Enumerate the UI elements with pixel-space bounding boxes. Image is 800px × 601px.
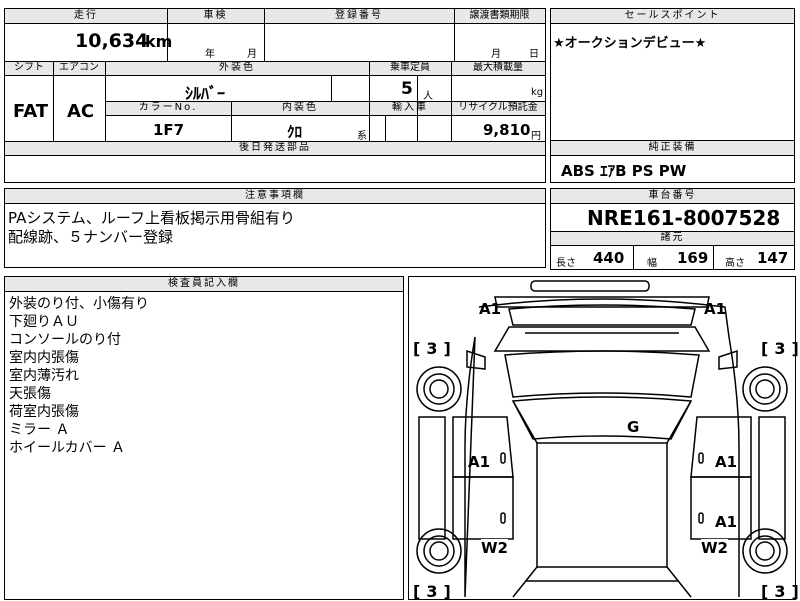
- inspection-month-unit: 月: [247, 49, 257, 60]
- later-parts-header: 後日発送部品: [239, 142, 311, 153]
- inspector-line-1: 外装のり付、小傷有り: [9, 296, 149, 312]
- standard-equipment-header: 純正装備: [648, 142, 697, 153]
- interior-color-suffix: 系: [357, 131, 367, 142]
- chassis-header: 車台番号: [648, 190, 697, 201]
- inspector-line-3: コンソールのり付: [9, 332, 121, 348]
- capacity-header: 乗車定員: [390, 62, 430, 73]
- inspector-line-9: ホイールカバー Ａ: [9, 440, 126, 456]
- mark-door-right: A1: [715, 453, 738, 471]
- recycle-fee-unit: 円: [531, 131, 541, 142]
- tire-mark-fl-value: 3: [426, 339, 438, 358]
- width-value: 169: [677, 249, 709, 267]
- width-label: 幅: [647, 258, 657, 269]
- exterior-color-header: 外装色: [219, 62, 255, 73]
- notes-box: 注意事項欄 PAシステム、ルーフ上看板掲示用骨組有り 配線跡、５ナンバー登録: [4, 188, 546, 268]
- tire-mark-rl: [3]: [413, 582, 451, 601]
- car-damage-diagram: A1 A1 [3] [3] G A1 A1 A1 W2 W2 [3] [3]: [408, 276, 799, 601]
- inspection-header: 車検: [203, 10, 228, 21]
- standard-equipment-box: 純正装備 ABS ｴｱB PS PW: [550, 140, 795, 183]
- interior-color-header: 内装色: [282, 102, 318, 113]
- mark-door-right-rear: A1: [715, 513, 738, 531]
- inspector-line-4: 室内内張傷: [9, 350, 79, 366]
- mark-front-right: A1: [704, 300, 727, 318]
- notes-header: 注意事項欄: [245, 190, 305, 201]
- mark-front-left: A1: [479, 300, 502, 318]
- chassis-box: 車台番号 NRE161-8007528 諸元 長さ 440 幅 169 高さ 1…: [550, 188, 795, 270]
- inspector-line-2: 下廻りＡＵ: [9, 314, 79, 330]
- inspector-header: 検査員記入欄: [168, 278, 240, 289]
- sales-point-header: セールスポイント: [624, 10, 721, 21]
- tire-mark-fl: [3]: [413, 339, 451, 358]
- inspector-line-6: 天張傷: [9, 386, 51, 402]
- mark-rear-fender-right: W2: [701, 539, 728, 557]
- sales-point-text: ★オークションデビュー★: [553, 36, 707, 51]
- shift-header: シフト: [14, 62, 44, 73]
- inspector-line-5: 室内薄汚れ: [9, 368, 79, 384]
- capacity-value: 5: [401, 79, 413, 99]
- deadline-month-unit: 月: [491, 49, 501, 60]
- import-header: 輸入車: [392, 102, 428, 113]
- registration-header: 登録番号: [335, 10, 383, 21]
- notes-line-2: 配線跡、５ナンバー登録: [8, 228, 174, 246]
- tire-mark-rr: [3]: [761, 582, 799, 601]
- standard-equipment-text: ABS ｴｱB PS PW: [561, 162, 687, 180]
- length-value: 440: [593, 249, 625, 267]
- aircon-header: エアコン: [59, 62, 99, 73]
- max-load-unit: kg: [531, 87, 544, 98]
- inspector-line-8: ミラー Ａ: [9, 422, 70, 438]
- inspector-box: 検査員記入欄 外装のり付、小傷有り 下廻りＡＵ コンソールのり付 室内内張傷 室…: [4, 276, 404, 600]
- dims-header: 諸元: [660, 232, 685, 243]
- notes-line-1: PAシステム、ルーフ上看板掲示用骨組有り: [8, 209, 295, 227]
- car-outline: [416, 280, 788, 598]
- shift-value: FAT: [13, 101, 49, 122]
- tire-mark-fr-value: 3: [774, 339, 786, 358]
- max-load-header: 最大積載量: [473, 62, 523, 73]
- tire-mark-rr-value: 3: [774, 582, 786, 601]
- height-label: 高さ: [725, 258, 745, 269]
- mileage-header: 走行: [74, 10, 98, 21]
- tire-mark-rl-value: 3: [426, 582, 438, 601]
- mileage-value: 10,634: [75, 30, 149, 52]
- sales-point-box: セールスポイント ★オークションデビュー★: [550, 8, 795, 141]
- aircon-value: AC: [67, 101, 95, 122]
- mileage-unit: km: [145, 32, 173, 51]
- chassis-number: NRE161-8007528: [587, 206, 781, 230]
- mark-rear-fender-left: W2: [481, 539, 508, 557]
- vehicle-info-table: 走行 車検 登録番号 譲渡書類期限 10,634 km 年 月 月 日 シフト …: [4, 8, 546, 183]
- color-no-header: カラーNo.: [138, 102, 198, 113]
- capacity-unit: 人: [423, 91, 433, 102]
- color-no-value: 1F7: [153, 121, 185, 139]
- tire-mark-fr: [3]: [761, 339, 799, 358]
- height-value: 147: [757, 249, 789, 267]
- inspector-line-7: 荷室内張傷: [9, 404, 79, 420]
- recycle-fee-header: リサイクル預託金: [458, 102, 538, 113]
- mark-roof: G: [627, 418, 640, 436]
- interior-color-value: ｸﾛ: [287, 123, 303, 141]
- recycle-fee-value: 9,810: [483, 121, 531, 139]
- mark-door-left: A1: [468, 453, 491, 471]
- inspection-year-unit: 年: [205, 49, 215, 60]
- deadline-header: 譲渡書類期限: [469, 10, 530, 21]
- deadline-day-unit: 日: [529, 49, 539, 60]
- length-label: 長さ: [556, 258, 576, 269]
